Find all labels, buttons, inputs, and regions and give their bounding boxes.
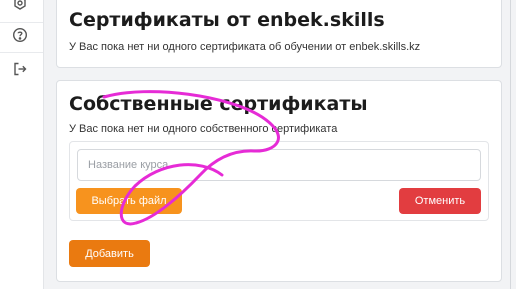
sidebar	[0, 0, 44, 289]
enbek-certificates-empty-text: У Вас пока нет ни одного сертификата об …	[69, 41, 421, 53]
certificate-upload-form: Выбрать файл Отменить	[69, 141, 489, 221]
choose-file-button[interactable]: Выбрать файл	[76, 188, 182, 214]
enbek-certificates-card: Сертификаты от enbek.skills У Вас пока н…	[56, 0, 502, 68]
own-certificates-empty-text: У Вас пока нет ни одного собственного се…	[69, 123, 338, 135]
scrollbar-edge	[510, 0, 511, 289]
logout-icon[interactable]	[9, 58, 31, 80]
help-circle-icon[interactable]	[9, 24, 31, 46]
course-name-input[interactable]	[77, 149, 481, 181]
cancel-button[interactable]: Отменить	[399, 188, 481, 214]
own-certificates-title: Собственные сертификаты	[69, 93, 368, 115]
add-certificate-button[interactable]: Добавить	[69, 240, 150, 267]
enbek-certificates-title: Сертификаты от enbek.skills	[69, 9, 385, 31]
badge-icon[interactable]	[9, 0, 31, 14]
own-certificates-card: Собственные сертификаты У Вас пока нет н…	[56, 80, 502, 282]
